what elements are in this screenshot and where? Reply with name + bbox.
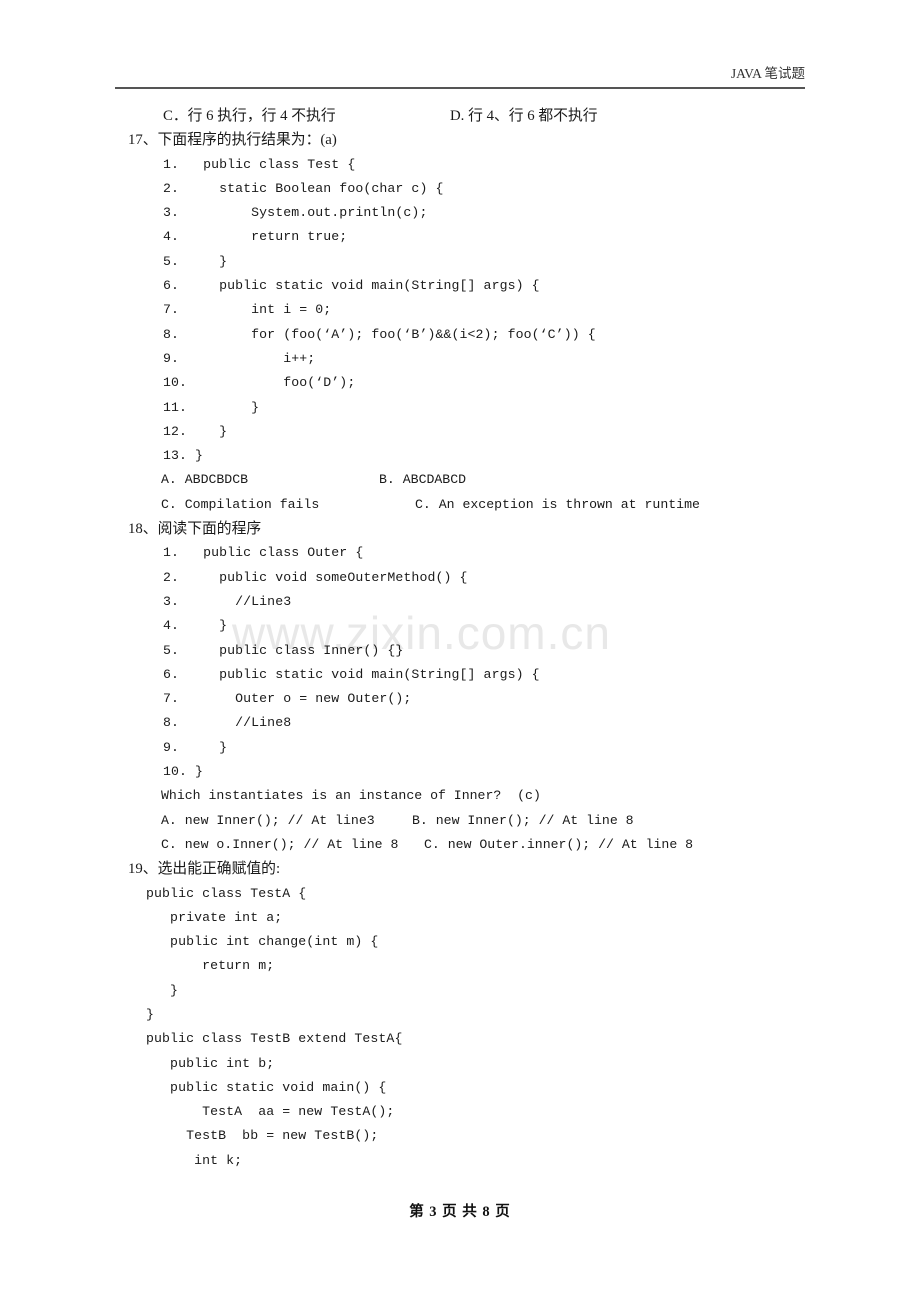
code-text: public static void main() { <box>138 1079 387 1095</box>
code-line: private int a; <box>0 906 920 930</box>
question-17-prompt: 17、下面程序的执行结果为：(a) <box>0 128 920 152</box>
code-text: 3. //Line3 <box>163 593 292 609</box>
code-text: 7. int i = 0; <box>163 302 332 318</box>
document-page: www.zixin.com.cn JAVA 笔试题 C．行 6 执行，行 4 不… <box>0 0 920 1302</box>
code-text: int k; <box>138 1152 243 1168</box>
code-line: public class TestA { <box>0 882 920 906</box>
carryover-option-row: C．行 6 执行，行 4 不执行 D. 行 4、行 6 都不执行 <box>0 104 920 128</box>
code-line: TestA aa = new TestA(); <box>0 1100 920 1124</box>
code-text: 9. i++; <box>163 350 316 366</box>
code-text: 1. public class Outer { <box>163 545 364 561</box>
header-title: JAVA 笔试题 <box>730 66 805 81</box>
code-line: 13. } <box>0 444 920 468</box>
code-line: public static void main() { <box>0 1076 920 1100</box>
code-text: TestA aa = new TestA(); <box>138 1104 395 1120</box>
code-line: 1. public class Test { <box>0 153 920 177</box>
code-line: 8. //Line8 <box>0 711 920 735</box>
code-text: 9. } <box>163 739 228 755</box>
code-line: } <box>0 979 920 1003</box>
code-line: 7. Outer o = new Outer(); <box>0 687 920 711</box>
question-17-option-row: A. ABDCBDCB B. ABCDABCD <box>0 468 920 492</box>
option-b[interactable]: B. ABCDABCD <box>379 468 466 492</box>
code-text: } <box>138 982 179 998</box>
code-line: 2. public void someOuterMethod() { <box>0 566 920 590</box>
code-line: 1. public class Outer { <box>0 541 920 565</box>
code-text: public int change(int m) { <box>138 934 379 950</box>
code-line: 3. //Line3 <box>0 590 920 614</box>
question-18-option-row: C. new o.Inner(); // At line 8 C. new Ou… <box>0 833 920 857</box>
code-text: 11. } <box>163 399 260 415</box>
code-line: 11. } <box>0 396 920 420</box>
code-text: 2. public void someOuterMethod() { <box>163 569 468 585</box>
question-19-prompt-text: 19、选出能正确赋值的: <box>128 861 281 878</box>
question-18-prompt-text: 18、阅读下面的程序 <box>128 521 262 538</box>
code-line: 3. System.out.println(c); <box>0 201 920 225</box>
code-line: 6. public static void main(String[] args… <box>0 274 920 298</box>
code-text: 5. } <box>163 253 228 269</box>
code-text: 2. static Boolean foo(char c) { <box>163 180 444 196</box>
code-text: 1. public class Test { <box>163 156 356 172</box>
code-text: 8. //Line8 <box>163 715 292 731</box>
code-line: int k; <box>0 1149 920 1173</box>
page-header: JAVA 笔试题 <box>115 62 805 90</box>
code-line: public int b; <box>0 1052 920 1076</box>
code-text: public class TestA { <box>138 885 307 901</box>
option-a[interactable]: A. new Inner(); // At line3 <box>161 809 375 833</box>
code-line: return m; <box>0 954 920 978</box>
option-c[interactable]: C. Compilation fails <box>161 493 319 517</box>
code-line: 7. int i = 0; <box>0 298 920 322</box>
code-text: TestB bb = new TestB(); <box>138 1128 379 1144</box>
carryover-option-c: C．行 6 执行，行 4 不执行 <box>163 108 336 124</box>
code-line: 5. public class Inner() {} <box>0 639 920 663</box>
carryover-option-d: D. 行 4、行 6 都不执行 <box>450 108 598 124</box>
code-text: 12. } <box>163 423 228 439</box>
code-text: 6. public static void main(String[] args… <box>163 666 540 682</box>
code-line: 9. } <box>0 736 920 760</box>
code-text: 10. foo(‘D’); <box>163 375 356 391</box>
code-line: 10. foo(‘D’); <box>0 371 920 395</box>
option-c-alt[interactable]: C. new Outer.inner(); // At line 8 <box>424 833 693 857</box>
code-text: public class TestB extend TestA{ <box>138 1031 403 1047</box>
question-18-option-row: A. new Inner(); // At line3 B. new Inner… <box>0 809 920 833</box>
question-19-prompt: 19、选出能正确赋值的: <box>0 857 920 881</box>
code-line: } <box>0 1003 920 1027</box>
question-18-subquestion-text: Which instantiates is an instance of Inn… <box>161 788 541 804</box>
code-line: 4. return true; <box>0 225 920 249</box>
code-text: 8. for (foo(‘A’); foo(‘B’)&&(i<2); foo(‘… <box>163 326 596 342</box>
code-text: 7. Outer o = new Outer(); <box>163 691 412 707</box>
page-footer: 第 3 页 共 8 页 <box>409 1204 511 1220</box>
question-18-prompt: 18、阅读下面的程序 <box>0 517 920 541</box>
code-text: private int a; <box>138 909 283 925</box>
option-a[interactable]: A. ABDCBDCB <box>161 468 248 492</box>
option-b[interactable]: B. new Inner(); // At line 8 <box>412 809 634 833</box>
question-17-option-row: C. Compilation fails C. An exception is … <box>0 493 920 517</box>
code-text: 4. return true; <box>163 229 348 245</box>
code-text: 6. public static void main(String[] args… <box>163 278 540 294</box>
code-text: } <box>138 1006 155 1022</box>
code-line: 12. } <box>0 420 920 444</box>
code-text: 4. } <box>163 618 228 634</box>
code-line: public class TestB extend TestA{ <box>0 1027 920 1051</box>
header-divider <box>115 87 805 89</box>
code-line: TestB bb = new TestB(); <box>0 1124 920 1148</box>
code-text: 13. } <box>163 448 204 464</box>
code-line: 5. } <box>0 250 920 274</box>
option-c-alt[interactable]: C. An exception is thrown at runtime <box>415 493 700 517</box>
option-c[interactable]: C. new o.Inner(); // At line 8 <box>161 833 398 857</box>
question-17-prompt-text: 17、下面程序的执行结果为：(a) <box>128 132 337 149</box>
code-line: 6. public static void main(String[] args… <box>0 663 920 687</box>
code-line: 10. } <box>0 760 920 784</box>
question-18-subquestion: Which instantiates is an instance of Inn… <box>0 784 920 808</box>
code-text: public int b; <box>138 1055 275 1071</box>
code-line: public int change(int m) { <box>0 930 920 954</box>
code-line: 8. for (foo(‘A’); foo(‘B’)&&(i<2); foo(‘… <box>0 323 920 347</box>
document-body: C．行 6 执行，行 4 不执行 D. 行 4、行 6 都不执行 17、下面程序… <box>0 104 920 1173</box>
code-text: 10. } <box>163 764 204 780</box>
code-text: return m; <box>138 958 275 974</box>
code-line: 2. static Boolean foo(char c) { <box>0 177 920 201</box>
code-text: 5. public class Inner() {} <box>163 642 404 658</box>
code-line: 9. i++; <box>0 347 920 371</box>
code-line: 4. } <box>0 614 920 638</box>
code-text: 3. System.out.println(c); <box>163 205 428 221</box>
